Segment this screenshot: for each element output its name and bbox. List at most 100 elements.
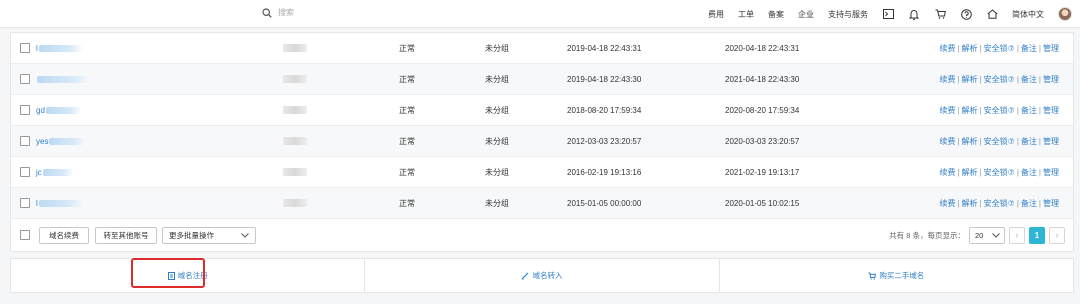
domain-status: 正常 <box>399 168 415 177</box>
top-nav-menu: 费用 工单 备案 企业 支持与服务 简体中文 <box>694 0 1080 28</box>
dns-link[interactable]: 解析 <box>962 44 978 53</box>
security-lock-link[interactable]: 安全锁⑦ <box>984 106 1015 115</box>
renew-link[interactable]: 续费 <box>940 106 956 115</box>
table-row: l 正常 未分组 2015-01-05 00:00:00 2020-01-05 … <box>11 188 1073 219</box>
bell-icon[interactable] <box>908 8 920 20</box>
expiration-date: 2021-02-19 19:13:17 <box>725 168 800 177</box>
cart-icon[interactable] <box>934 8 946 20</box>
note-link[interactable]: 备注 <box>1021 168 1037 177</box>
manage-link[interactable]: 管理 <box>1043 199 1059 208</box>
nav-fees[interactable]: 费用 <box>708 9 724 20</box>
security-lock-link[interactable]: 安全锁⑦ <box>984 137 1015 146</box>
note-link[interactable]: 备注 <box>1021 75 1037 84</box>
manage-link[interactable]: 管理 <box>1043 75 1059 84</box>
domain-name-link[interactable]: l <box>36 33 83 64</box>
renew-domains-button[interactable]: 域名续费 <box>39 227 89 244</box>
page-size-select[interactable]: 20 <box>969 227 1005 244</box>
help-icon[interactable] <box>960 8 972 20</box>
renew-link[interactable]: 续费 <box>940 168 956 177</box>
nav-enterprise[interactable]: 企业 <box>798 9 814 20</box>
terminal-icon[interactable] <box>882 8 894 20</box>
domain-group: 未分组 <box>485 168 509 177</box>
renew-link[interactable]: 续费 <box>940 137 956 146</box>
domain-name-link[interactable]: l <box>36 188 83 219</box>
home-icon[interactable] <box>986 8 998 20</box>
top-navigation-bar: 搜索 费用 工单 备案 企业 支持与服务 简体中文 <box>0 0 1080 28</box>
row-checkbox[interactable] <box>20 198 30 208</box>
row-checkbox[interactable] <box>20 167 30 177</box>
table-row: yes 正常 未分组 2012-03-03 23:20:57 2020-03-0… <box>11 126 1073 157</box>
page-1-button[interactable]: 1 <box>1029 227 1045 244</box>
note-link[interactable]: 备注 <box>1021 44 1037 53</box>
expiration-date: 2020-08-20 17:59:34 <box>725 106 800 115</box>
note-link[interactable]: 备注 <box>1021 137 1037 146</box>
redacted-field <box>283 44 307 52</box>
registration-date: 2015-01-05 00:00:00 <box>567 199 642 208</box>
pagination-summary: 共有 8 条，每页显示： <box>889 231 965 240</box>
manage-link[interactable]: 管理 <box>1043 106 1059 115</box>
nav-support[interactable]: 支持与服务 <box>828 9 868 20</box>
security-lock-link[interactable]: 安全锁⑦ <box>984 168 1015 177</box>
dns-link[interactable]: 解析 <box>962 137 978 146</box>
domain-status: 正常 <box>399 137 415 146</box>
redacted-field <box>283 106 307 114</box>
domain-table: l 正常 未分组 2019-04-18 22:43:31 2020-04-18 … <box>10 32 1074 252</box>
dns-link[interactable]: 解析 <box>962 106 978 115</box>
row-checkbox[interactable] <box>20 43 30 53</box>
more-batch-select[interactable]: 更多批量操作 <box>162 227 256 244</box>
manage-link[interactable]: 管理 <box>1043 44 1059 53</box>
security-lock-link[interactable]: 安全锁⑦ <box>984 75 1015 84</box>
transfer-account-button[interactable]: 转至其他账号 <box>95 227 157 244</box>
security-lock-link[interactable]: 安全锁⑦ <box>984 44 1015 53</box>
redacted-field <box>283 137 307 145</box>
note-link[interactable]: 备注 <box>1021 106 1037 115</box>
row-actions: 续费 | 解析 | 安全锁⑦ | 备注 | 管理 <box>939 75 1059 84</box>
dns-link[interactable]: 解析 <box>962 168 978 177</box>
renew-link[interactable]: 续费 <box>940 44 956 53</box>
prev-page-button[interactable]: ‹ <box>1009 227 1025 244</box>
batch-actions-bar: 域名续费 转至其他账号 更多批量操作 共有 8 条，每页显示： 20 ‹ 1 › <box>11 219 1073 251</box>
note-link[interactable]: 备注 <box>1021 199 1037 208</box>
domain-status: 正常 <box>399 44 415 53</box>
buy-used-domain-label: 购买二手域名 <box>879 271 925 280</box>
row-actions: 续费 | 解析 | 安全锁⑦ | 备注 | 管理 <box>939 106 1059 115</box>
pagination: 共有 8 条，每页显示： 20 ‹ 1 › <box>889 227 1065 244</box>
row-checkbox[interactable] <box>20 74 30 84</box>
domain-name-link[interactable]: yes <box>36 126 86 157</box>
page-size-value: 20 <box>975 231 984 240</box>
registration-date: 2019-04-18 22:43:31 <box>567 44 642 53</box>
dns-link[interactable]: 解析 <box>962 199 978 208</box>
table-row: gd 正常 未分组 2018-08-20 17:59:34 2020-08-20… <box>11 95 1073 126</box>
transfer-in-button[interactable]: 域名转入 <box>365 259 720 292</box>
manage-link[interactable]: 管理 <box>1043 137 1059 146</box>
select-all-checkbox[interactable] <box>20 230 30 240</box>
domain-name-link[interactable]: gd <box>36 95 82 126</box>
expiration-date: 2020-04-18 22:43:31 <box>725 44 800 53</box>
search-box[interactable]: 搜索 <box>262 7 294 18</box>
manage-link[interactable]: 管理 <box>1043 168 1059 177</box>
domain-name-link[interactable] <box>36 64 89 95</box>
security-lock-link[interactable]: 安全锁⑦ <box>984 199 1015 208</box>
next-page-button[interactable]: › <box>1049 227 1065 244</box>
domain-name-link[interactable]: jc <box>36 157 73 188</box>
domain-group: 未分组 <box>485 199 509 208</box>
registration-date: 2012-03-03 23:20:57 <box>567 137 642 146</box>
user-avatar[interactable] <box>1058 7 1072 21</box>
dns-link[interactable]: 解析 <box>962 75 978 84</box>
search-icon <box>262 7 272 18</box>
pencil-icon <box>522 272 529 279</box>
domain-group: 未分组 <box>485 44 509 53</box>
row-checkbox[interactable] <box>20 136 30 146</box>
table-row: l 正常 未分组 2019-04-18 22:43:31 2020-04-18 … <box>11 33 1073 64</box>
renew-link[interactable]: 续费 <box>940 199 956 208</box>
nav-filing[interactable]: 备案 <box>768 9 784 20</box>
chevron-down-icon <box>992 233 1000 238</box>
row-checkbox[interactable] <box>20 105 30 115</box>
buy-used-domain-button[interactable]: 购买二手域名 <box>720 259 1073 292</box>
language-switch[interactable]: 简体中文 <box>1012 9 1044 20</box>
search-input[interactable]: 搜索 <box>278 7 294 18</box>
registration-date: 2018-08-20 17:59:34 <box>567 106 642 115</box>
renew-link[interactable]: 续费 <box>940 75 956 84</box>
chevron-down-icon <box>241 233 249 238</box>
nav-tickets[interactable]: 工单 <box>738 9 754 20</box>
